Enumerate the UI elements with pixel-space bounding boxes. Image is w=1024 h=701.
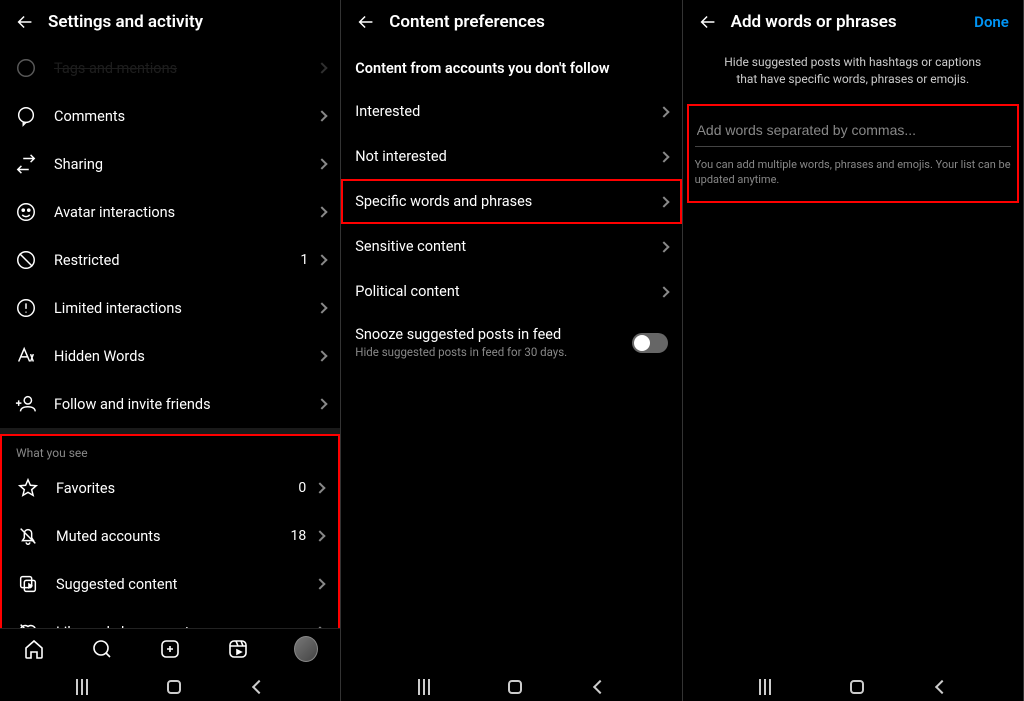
follow-invite-icon <box>14 392 38 416</box>
page-title: Settings and activity <box>48 12 330 32</box>
menu-item-like-counts[interactable]: Like and share counts <box>2 608 338 628</box>
add-words-content: Hide suggested posts with hashtags or ca… <box>683 44 1023 669</box>
page-title: Content preferences <box>389 12 671 32</box>
chevron-right-icon <box>315 578 326 589</box>
menu-item-comments[interactable]: Comments <box>0 92 340 140</box>
home-button[interactable] <box>850 680 864 694</box>
snooze-subtitle: Hide suggested posts in feed for 30 days… <box>355 345 631 359</box>
chevron-right-icon <box>658 151 669 162</box>
menu-item-limited[interactable]: Limited interactions <box>0 284 340 332</box>
back-button[interactable] <box>10 11 40 33</box>
menu-item-hidden-words[interactable]: Hidden Words <box>0 332 340 380</box>
add-words-panel: Add words or phrases Done Hide suggested… <box>683 0 1024 701</box>
preferences-content: Content from accounts you don't follow I… <box>341 44 681 669</box>
search-icon[interactable] <box>90 637 114 661</box>
section-header: What you see <box>2 436 338 464</box>
snooze-title: Snooze suggested posts in feed <box>355 326 631 343</box>
suggested-icon <box>16 572 40 596</box>
chevron-right-icon <box>658 106 669 117</box>
pref-item-specific-words[interactable]: Specific words and phrases <box>341 179 681 224</box>
home-button[interactable] <box>167 680 181 694</box>
chevron-right-icon <box>317 398 328 409</box>
chevron-right-icon <box>315 530 326 541</box>
muted-icon <box>16 524 40 548</box>
chevron-right-icon <box>317 158 328 169</box>
snooze-toggle-row: Snooze suggested posts in feed Hide sugg… <box>341 314 681 371</box>
pref-item-not-interested[interactable]: Not interested <box>341 134 681 179</box>
chevron-right-icon <box>658 196 669 207</box>
bottom-nav <box>0 628 340 669</box>
menu-item-favorites[interactable]: Favorites 0 <box>2 464 338 512</box>
header: Content preferences <box>341 0 681 44</box>
limited-icon <box>14 296 38 320</box>
profile-avatar[interactable] <box>294 637 318 661</box>
menu-item-tags[interactable]: Tags and mentions <box>0 44 340 92</box>
words-input[interactable] <box>695 114 1011 147</box>
comment-icon <box>14 104 38 128</box>
chevron-right-icon <box>317 350 328 361</box>
hidden-words-icon <box>14 344 38 368</box>
chevron-right-icon <box>658 241 669 252</box>
create-icon[interactable] <box>158 637 182 661</box>
pref-item-sensitive[interactable]: Sensitive content <box>341 224 681 269</box>
chevron-right-icon <box>317 62 328 73</box>
back-button[interactable] <box>934 680 948 694</box>
menu-item-avatar[interactable]: Avatar interactions <box>0 188 340 236</box>
settings-content: Tags and mentions Comments Sharing Avata… <box>0 44 340 628</box>
back-button[interactable] <box>252 680 266 694</box>
menu-item-sharing[interactable]: Sharing <box>0 140 340 188</box>
header: Add words or phrases Done <box>683 0 1023 44</box>
chevron-right-icon <box>317 110 328 121</box>
back-button[interactable] <box>693 11 723 33</box>
description: Hide suggested posts with hashtags or ca… <box>683 44 1023 98</box>
system-nav <box>341 669 681 701</box>
page-title: Add words or phrases <box>731 12 975 32</box>
header: Settings and activity <box>0 0 340 44</box>
chevron-right-icon <box>658 286 669 297</box>
recent-apps-button[interactable] <box>759 679 777 695</box>
input-section: You can add multiple words, phrases and … <box>687 104 1019 204</box>
menu-item-muted[interactable]: Muted accounts 18 <box>2 512 338 560</box>
menu-item-restricted[interactable]: Restricted 1 <box>0 236 340 284</box>
content-preferences-panel: Content preferences Content from account… <box>341 0 682 701</box>
like-icon <box>16 620 40 628</box>
chevron-right-icon <box>317 206 328 217</box>
back-button[interactable] <box>593 680 607 694</box>
snooze-toggle[interactable] <box>632 333 668 353</box>
pref-item-political[interactable]: Political content <box>341 269 681 314</box>
done-button[interactable]: Done <box>974 13 1013 31</box>
reels-icon[interactable] <box>226 637 250 661</box>
home-icon[interactable] <box>22 637 46 661</box>
system-nav <box>683 669 1023 701</box>
home-button[interactable] <box>508 680 522 694</box>
recent-apps-button[interactable] <box>418 679 436 695</box>
tag-icon <box>14 56 38 80</box>
menu-item-follow-invite[interactable]: Follow and invite friends <box>0 380 340 428</box>
chevron-right-icon <box>315 482 326 493</box>
what-you-see-section: What you see Favorites 0 Muted accounts … <box>0 434 340 628</box>
chevron-right-icon <box>317 302 328 313</box>
system-nav <box>0 669 340 701</box>
chevron-right-icon <box>317 254 328 265</box>
menu-item-suggested[interactable]: Suggested content <box>2 560 338 608</box>
section-title: Content from accounts you don't follow <box>341 44 681 89</box>
input-hint: You can add multiple words, phrases and … <box>695 157 1011 188</box>
recent-apps-button[interactable] <box>76 679 94 695</box>
star-icon <box>16 476 40 500</box>
restricted-icon <box>14 248 38 272</box>
pref-item-interested[interactable]: Interested <box>341 89 681 134</box>
settings-panel: Settings and activity Tags and mentions … <box>0 0 341 701</box>
share-icon <box>14 152 38 176</box>
avatar-icon <box>14 200 38 224</box>
back-button[interactable] <box>351 11 381 33</box>
